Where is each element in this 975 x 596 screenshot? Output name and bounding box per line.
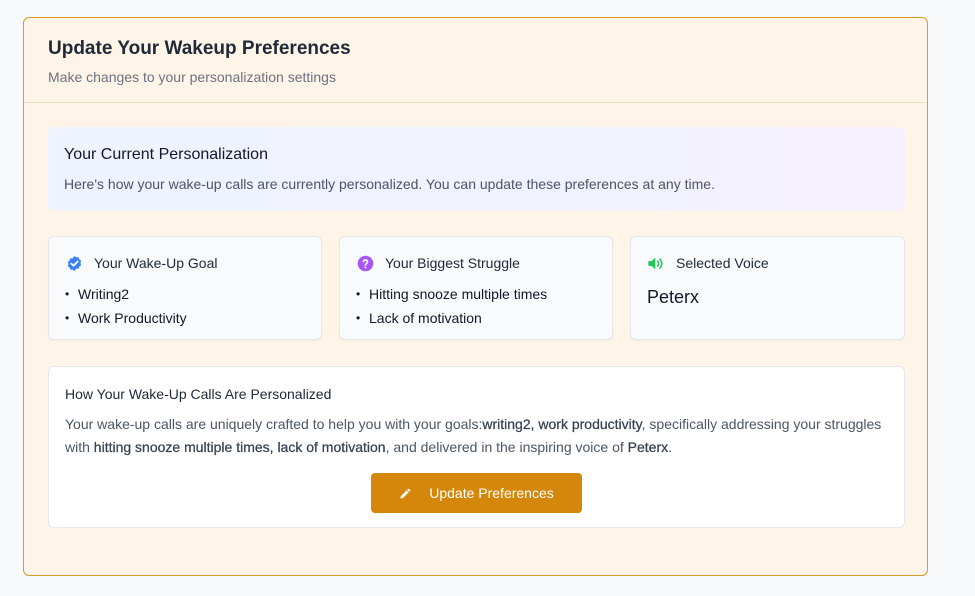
biggest-struggle-card: Your Biggest Struggle • Hitting snooze mu… xyxy=(339,236,613,340)
biggest-struggle-title: Your Biggest Struggle xyxy=(385,255,520,271)
speaker-icon xyxy=(647,254,665,272)
list-item: • Lack of motivation xyxy=(356,310,482,326)
wake-up-goal-card: Your Wake-Up Goal • Writing2 • Work Produc… xyxy=(48,236,322,340)
list-item: • Writing2 xyxy=(65,286,130,302)
question-circle-icon xyxy=(356,254,374,272)
check-badge-icon xyxy=(65,254,83,272)
voice-summary: Peterx xyxy=(627,439,669,455)
personalization-explanation-card: How Your Wake-Up Calls Are Personalized … xyxy=(48,366,905,528)
page-subtitle: Make changes to your personalization set… xyxy=(48,69,336,85)
selected-voice-title: Selected Voice xyxy=(676,255,769,271)
update-preferences-label: Update Preferences xyxy=(429,485,554,501)
personalization-text: Your wake-up calls are uniquely crafted … xyxy=(65,416,882,455)
current-personalization-panel: Your Current Personalization Here's how … xyxy=(48,127,905,211)
selected-voice-name: Peterx xyxy=(647,287,700,307)
selected-voice-card: Selected Voice Peterx xyxy=(630,236,905,340)
wake-up-goal-title: Your Wake-Up Goal xyxy=(94,255,218,271)
goals-summary: writing2, work productivity xyxy=(482,416,642,432)
personalization-title: How Your Wake-Up Calls Are Personalized xyxy=(65,386,332,402)
card-header: Update Your Wakeup Preferences Make chan… xyxy=(24,18,927,103)
struggles-summary: hitting snooze multiple times, lack of m… xyxy=(93,439,386,455)
goal-list: • Writing2 • Work Productivity xyxy=(65,282,305,330)
update-preferences-button[interactable]: Update Preferences xyxy=(371,473,582,513)
struggle-list: • Hitting snooze multiple times • Lack of … xyxy=(356,282,596,330)
list-item: • Work Productivity xyxy=(65,310,187,326)
page-title: Update Your Wakeup Preferences xyxy=(48,38,351,59)
list-item: • Hitting snooze multiple times xyxy=(356,286,548,302)
pencil-icon xyxy=(399,487,412,500)
preferences-card: Update Your Wakeup Preferences Make chan… xyxy=(23,17,928,576)
current-personalization-title: Your Current Personalization xyxy=(64,146,268,163)
current-personalization-text: Here's how your wake-up calls are curren… xyxy=(64,176,715,192)
